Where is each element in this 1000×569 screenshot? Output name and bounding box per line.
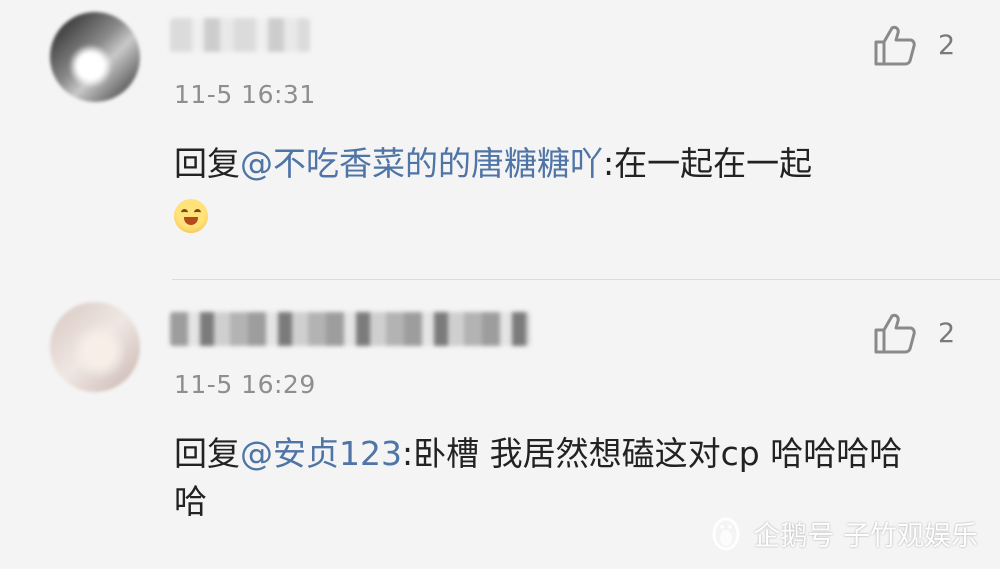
username-blurred[interactable] bbox=[170, 18, 310, 52]
watermark-text: 企鹅号 子竹观娱乐 bbox=[753, 521, 978, 552]
comment-item: 11-5 16:31 2 回复@不吃香菜的的唐糖糖吖:在一起在一起 bbox=[0, 0, 1000, 280]
thumbs-up-icon bbox=[874, 313, 916, 354]
smiling-face-emoji-icon bbox=[174, 198, 208, 233]
like-count: 2 bbox=[938, 29, 956, 61]
thumbs-up-icon bbox=[874, 25, 916, 66]
watermark: 企鹅号 子竹观娱乐 bbox=[709, 514, 978, 553]
reply-prefix: 回复 bbox=[174, 144, 240, 183]
like-button[interactable]: 2 bbox=[872, 24, 955, 66]
avatar[interactable] bbox=[50, 302, 140, 392]
penguin-icon bbox=[712, 517, 740, 550]
reply-prefix: 回复 bbox=[174, 434, 240, 473]
comment-content: 回复@不吃香菜的的唐糖糖吖:在一起在一起 bbox=[174, 140, 934, 236]
like-count: 2 bbox=[938, 317, 956, 349]
username-blurred[interactable] bbox=[170, 312, 530, 346]
comment-text: :在一起在一起 bbox=[603, 144, 813, 183]
divider bbox=[172, 279, 1000, 280]
comment-timestamp: 11-5 16:29 bbox=[174, 370, 316, 399]
comment-timestamp: 11-5 16:31 bbox=[174, 80, 316, 109]
like-button[interactable]: 2 bbox=[872, 312, 955, 354]
avatar[interactable] bbox=[50, 12, 140, 102]
mention-link[interactable]: @安贞123 bbox=[240, 434, 402, 473]
comment-content: 回复@安贞123:卧槽 我居然想磕这对cp 哈哈哈哈哈 bbox=[174, 430, 934, 526]
mention-link[interactable]: @不吃香菜的的唐糖糖吖 bbox=[240, 144, 603, 183]
